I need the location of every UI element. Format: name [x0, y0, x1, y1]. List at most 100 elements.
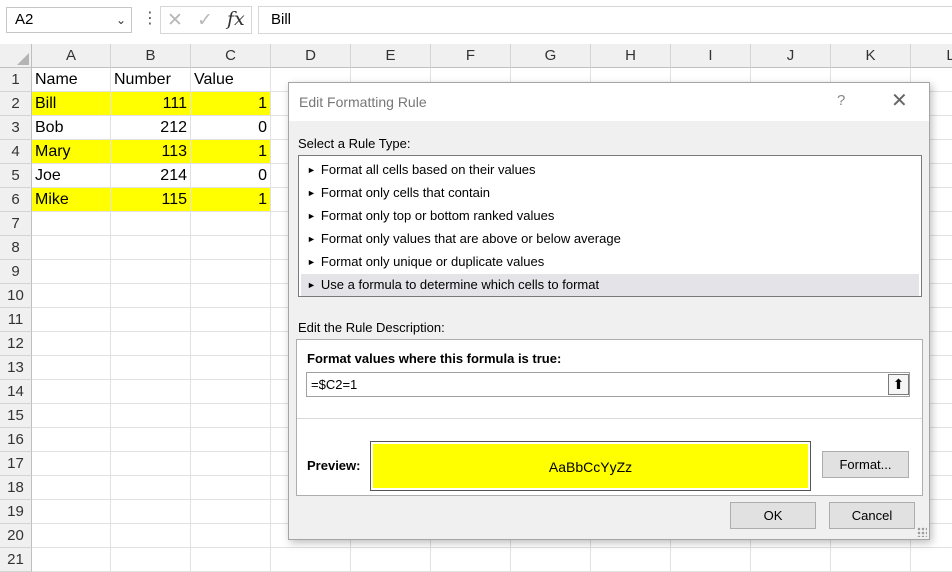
help-icon[interactable]: ?	[837, 92, 845, 109]
grid-cell[interactable]	[111, 308, 191, 332]
grid-cell[interactable]	[111, 476, 191, 500]
row-header[interactable]: 8	[0, 236, 32, 260]
row-header[interactable]: 21	[0, 548, 32, 572]
column-header[interactable]: I	[671, 44, 751, 68]
grid-cell[interactable]: 115	[111, 188, 191, 212]
grid-cell[interactable]: Joe	[32, 164, 111, 188]
grid-cell[interactable]	[32, 332, 111, 356]
column-header[interactable]: B	[111, 44, 191, 68]
grid-cell[interactable]	[191, 356, 271, 380]
column-header[interactable]: H	[591, 44, 671, 68]
row-header[interactable]: 19	[0, 500, 32, 524]
grid-cell[interactable]	[191, 380, 271, 404]
grid-cell[interactable]: Value	[191, 68, 271, 92]
grid-cell[interactable]: 214	[111, 164, 191, 188]
row-header[interactable]: 1	[0, 68, 32, 92]
grid-cell[interactable]	[32, 476, 111, 500]
row-header[interactable]: 4	[0, 140, 32, 164]
grid-cell[interactable]	[32, 236, 111, 260]
rule-type-item[interactable]: ► Use a formula to determine which cells …	[301, 274, 919, 296]
collapse-dialog-icon[interactable]: ⬆	[888, 374, 909, 395]
grid-cell[interactable]: Mike	[32, 188, 111, 212]
chevron-down-icon[interactable]: ⌄	[116, 8, 126, 32]
grid-cell[interactable]: 1	[191, 140, 271, 164]
grid-cell[interactable]	[32, 260, 111, 284]
column-header[interactable]: E	[351, 44, 431, 68]
grid-cell[interactable]	[32, 308, 111, 332]
row-header[interactable]: 3	[0, 116, 32, 140]
grid-cell[interactable]	[191, 452, 271, 476]
grid-cell[interactable]	[111, 548, 191, 572]
name-box[interactable]: A2 ⌄	[6, 7, 132, 33]
select-all-corner[interactable]	[0, 44, 32, 68]
grid-cell[interactable]	[191, 524, 271, 548]
row-header[interactable]: 12	[0, 332, 32, 356]
grid-cell[interactable]	[111, 524, 191, 548]
grid-cell[interactable]: 0	[191, 116, 271, 140]
column-header[interactable]: F	[431, 44, 511, 68]
row-header[interactable]: 10	[0, 284, 32, 308]
row-header[interactable]: 18	[0, 476, 32, 500]
grid-cell[interactable]: Bob	[32, 116, 111, 140]
column-header[interactable]: C	[191, 44, 271, 68]
grid-cell[interactable]	[191, 212, 271, 236]
grid-cell[interactable]	[32, 380, 111, 404]
grid-cell[interactable]	[32, 404, 111, 428]
grid-cell[interactable]: 0	[191, 164, 271, 188]
row-header[interactable]: 6	[0, 188, 32, 212]
ok-button[interactable]: OK	[730, 502, 816, 529]
rule-type-item[interactable]: ► Format only cells that contain	[301, 182, 919, 204]
row-header[interactable]: 5	[0, 164, 32, 188]
grid-cell[interactable]	[111, 404, 191, 428]
grid-cell[interactable]	[32, 452, 111, 476]
grid-cell[interactable]	[111, 260, 191, 284]
cancel-button[interactable]: Cancel	[829, 502, 915, 529]
grid-cell[interactable]	[111, 380, 191, 404]
row-header[interactable]: 11	[0, 308, 32, 332]
rule-type-item[interactable]: ► Format all cells based on their values	[301, 159, 919, 181]
resize-grip-icon[interactable]	[917, 527, 927, 537]
grid-cell[interactable]	[111, 452, 191, 476]
grid-cell[interactable]	[111, 284, 191, 308]
grid-cell[interactable]	[191, 428, 271, 452]
row-header[interactable]: 20	[0, 524, 32, 548]
grid-cell[interactable]	[32, 524, 111, 548]
grid-cell[interactable]: Mary	[32, 140, 111, 164]
grid-cell[interactable]: Name	[32, 68, 111, 92]
close-icon[interactable]: ✕	[891, 88, 908, 113]
row-header[interactable]: 17	[0, 452, 32, 476]
column-header[interactable]: J	[751, 44, 831, 68]
grid-cell[interactable]	[32, 548, 111, 572]
row-header[interactable]: 2	[0, 92, 32, 116]
grid-cell[interactable]	[191, 260, 271, 284]
grid-cell[interactable]: Bill	[32, 92, 111, 116]
column-header[interactable]: K	[831, 44, 911, 68]
function-icon[interactable]: fx	[227, 8, 245, 30]
rule-formula-input[interactable]: =$C2=1 ⬆	[306, 372, 910, 397]
row-header[interactable]: 15	[0, 404, 32, 428]
grid-cell[interactable]	[111, 500, 191, 524]
grid-cell[interactable]: 111	[111, 92, 191, 116]
enter-icon[interactable]: ✓	[197, 9, 213, 32]
row-header[interactable]: 7	[0, 212, 32, 236]
format-button[interactable]: Format...	[822, 451, 909, 478]
grid-cell[interactable]	[191, 236, 271, 260]
more-vertical-icon[interactable]: ⋮	[142, 8, 158, 28]
grid-cell[interactable]	[111, 332, 191, 356]
grid-cell[interactable]	[191, 500, 271, 524]
grid-cell[interactable]	[191, 308, 271, 332]
grid-cell[interactable]	[32, 428, 111, 452]
row-header[interactable]: 13	[0, 356, 32, 380]
column-header[interactable]: D	[271, 44, 351, 68]
column-header[interactable]: L	[911, 44, 952, 68]
grid-cell[interactable]	[191, 548, 271, 572]
grid-cell[interactable]	[111, 428, 191, 452]
row-header[interactable]: 9	[0, 260, 32, 284]
rule-type-item[interactable]: ► Format only top or bottom ranked values	[301, 205, 919, 227]
grid-cell[interactable]: 1	[191, 188, 271, 212]
grid-cell[interactable]	[191, 284, 271, 308]
grid-cell[interactable]: 113	[111, 140, 191, 164]
grid-cell[interactable]	[191, 404, 271, 428]
column-header[interactable]: G	[511, 44, 591, 68]
grid-cell[interactable]	[32, 500, 111, 524]
